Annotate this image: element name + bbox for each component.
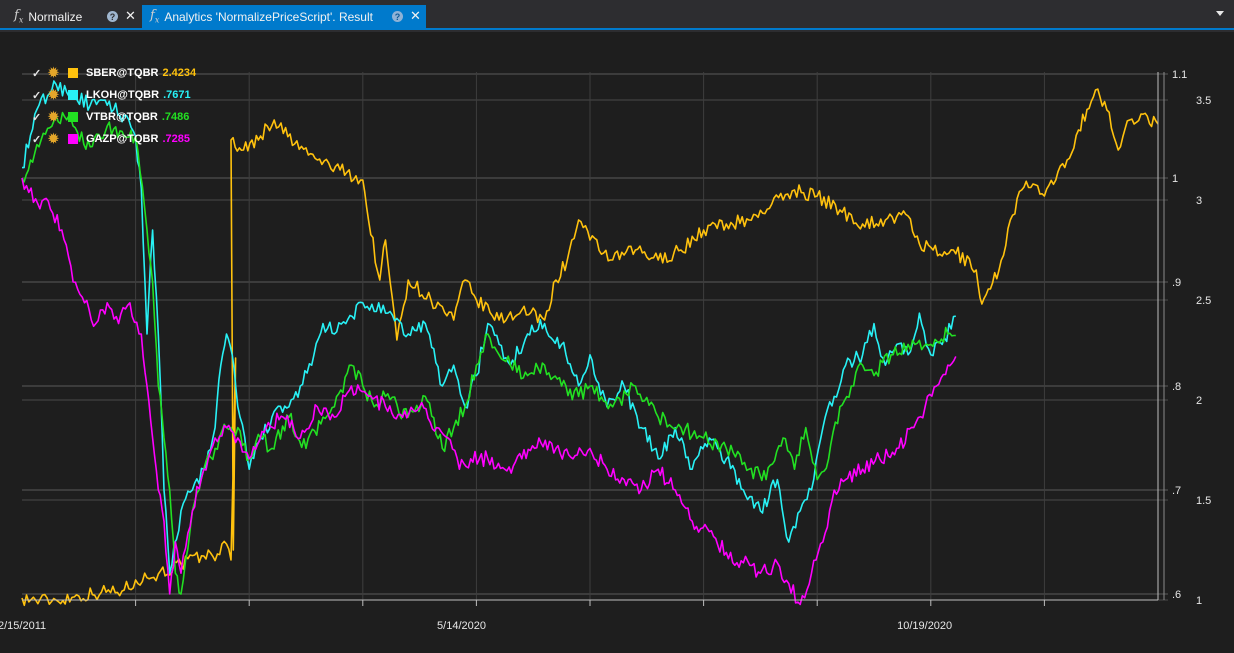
series-line-vtbr	[21, 111, 956, 595]
y-tick-label-inner: 1.1	[1172, 69, 1187, 81]
series-line-gazp	[21, 177, 957, 606]
legend-series-name: VTBR@TQBR	[86, 111, 158, 123]
checkbox-icon[interactable]: ✓	[32, 133, 44, 146]
legend-last-value: .7671	[163, 89, 191, 101]
checkbox-icon[interactable]: ✓	[32, 89, 44, 102]
x-tick-label: 5/14/2020	[437, 620, 486, 632]
y-tick-label-inner: 1	[1172, 173, 1178, 185]
y-tick-label-inner: .7	[1172, 485, 1181, 497]
tab-bar: fx Normalize ? ✕ fx Analytics 'Normalize…	[0, 0, 1234, 30]
legend-series-name: SBER@TQBR	[86, 67, 159, 79]
legend-item-sber[interactable]: ✓ ✹ SBER@TQBR 2.4234	[32, 62, 196, 84]
chart-panel: 1.1 1 .9 .8 .7 .6 3.5 3 2.5 2 1.5 1 2/15/2011 5/14/20…	[0, 32, 1234, 653]
x-tick-label: 10/19/2020	[897, 620, 952, 632]
y-tick-label-outer: 1.5	[1196, 495, 1211, 507]
legend-last-value: 2.4234	[162, 67, 197, 79]
tab-menu-dropdown-icon[interactable]	[1216, 11, 1224, 16]
legend-swatch	[68, 134, 78, 144]
gear-icon[interactable]: ✹	[48, 88, 62, 101]
legend-swatch	[68, 90, 78, 100]
y-tick-label-outer: 2.5	[1196, 295, 1211, 307]
tab-normalize[interactable]: fx Normalize ? ✕	[8, 5, 138, 28]
help-icon[interactable]: ?	[392, 11, 403, 22]
y-tick-label-outer: 3.5	[1196, 95, 1211, 107]
close-icon[interactable]: ✕	[125, 8, 136, 24]
legend: ✓ ✹ SBER@TQBR 2.4234 ✓ ✹ LKOH@TQBR .7671…	[32, 62, 196, 150]
gear-icon[interactable]: ✹	[48, 132, 62, 145]
y-tick-label-outer: 3	[1196, 195, 1202, 207]
y-tick-label-inner: .8	[1172, 381, 1181, 393]
legend-last-value: .7285	[162, 133, 190, 145]
legend-swatch	[68, 68, 78, 78]
tab-analytics-result[interactable]: fx Analytics 'NormalizePriceScript'. Res…	[142, 5, 426, 28]
y-tick-label-outer: 1	[1196, 595, 1202, 607]
function-icon: fx	[14, 8, 24, 25]
legend-series-name: GAZP@TQBR	[86, 133, 159, 145]
legend-series-name: LKOH@TQBR	[86, 89, 160, 101]
gear-icon[interactable]: ✹	[48, 66, 62, 79]
x-tick-label: 2/15/2011	[0, 620, 46, 632]
y-tick-label-inner: .6	[1172, 589, 1181, 601]
close-icon[interactable]: ✕	[410, 8, 421, 24]
legend-swatch	[68, 112, 78, 122]
legend-last-value: .7486	[161, 111, 190, 123]
tab-label: Analytics 'NormalizePriceScript'. Result	[164, 9, 373, 24]
checkbox-icon[interactable]: ✓	[32, 111, 44, 124]
help-icon[interactable]: ?	[107, 11, 118, 22]
tab-label: Normalize	[28, 9, 83, 24]
y-tick-label-outer: 2	[1196, 395, 1202, 407]
function-icon: fx	[150, 8, 160, 25]
checkbox-icon[interactable]: ✓	[32, 67, 44, 80]
grid	[22, 72, 1168, 601]
legend-item-lkoh[interactable]: ✓ ✹ LKOH@TQBR .7671	[32, 84, 196, 106]
series-line-lkoh	[22, 80, 956, 574]
gear-icon[interactable]: ✹	[48, 110, 62, 123]
legend-item-vtbr[interactable]: ✓ ✹ VTBR@TQBR .7486	[32, 106, 196, 128]
y-tick-label-inner: .9	[1172, 277, 1181, 289]
axes: 1.1 1 .9 .8 .7 .6 3.5 3 2.5 2 1.5 1 2/15/2011 5/14/20…	[0, 69, 1211, 632]
legend-item-gazp[interactable]: ✓ ✹ GAZP@TQBR .7285	[32, 128, 196, 150]
